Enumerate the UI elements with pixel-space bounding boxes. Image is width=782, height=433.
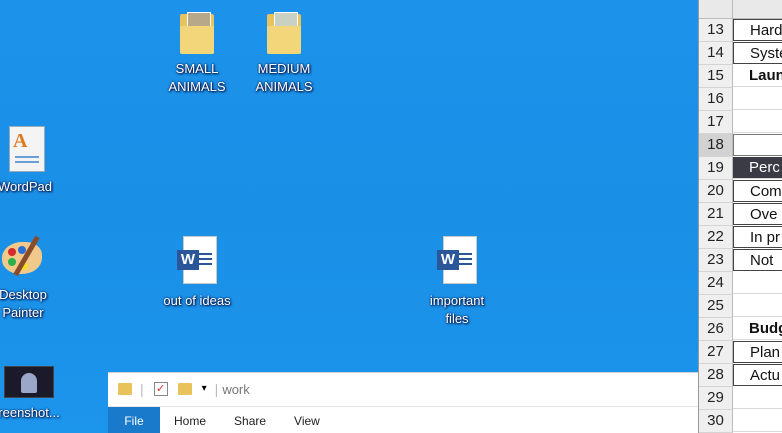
sheet-row: 30: [699, 410, 782, 433]
sheet-row: 17: [699, 111, 782, 134]
sheet-row: 13 Hard: [699, 19, 782, 42]
row-number[interactable]: 24: [699, 272, 733, 295]
desktop-icon-label: Desktop Painter: [0, 287, 47, 320]
sheet-row: 20 Com: [699, 180, 782, 203]
sheet-cell[interactable]: Com: [733, 180, 782, 202]
sheet-cell[interactable]: Actu: [733, 364, 782, 386]
sheet-row: 21 Ove: [699, 203, 782, 226]
folder-icon: [267, 12, 301, 54]
properties-icon[interactable]: ✓: [153, 382, 168, 396]
sheet-row: 14Syste: [699, 42, 782, 65]
sheet-row: 15 Laun: [699, 65, 782, 88]
chevron-down-icon[interactable]: ▾: [202, 381, 207, 397]
row-number[interactable]: 26: [699, 318, 733, 341]
sheet-cell[interactable]: Budg: [733, 318, 782, 340]
sheet-cell[interactable]: Not: [733, 249, 782, 271]
sheet-cell[interactable]: [733, 88, 782, 110]
desktop: SMALL ANIMALS MEDIUM ANIMALS A WordPad D…: [0, 0, 698, 433]
row-number[interactable]: 27: [699, 341, 733, 364]
tab-home[interactable]: Home: [160, 407, 220, 433]
tab-file[interactable]: File: [108, 407, 160, 433]
sheet-cell[interactable]: Hard: [733, 19, 782, 41]
sheet-cell[interactable]: Ove: [733, 203, 782, 225]
row-number[interactable]: 17: [699, 111, 733, 134]
row-number[interactable]: 25: [699, 295, 733, 318]
desktop-icon-small-animals[interactable]: SMALL ANIMALS: [152, 12, 242, 96]
sheet-row: 24: [699, 272, 782, 295]
row-number[interactable]: 20: [699, 180, 733, 203]
sheet-row: 27 Plan: [699, 341, 782, 364]
row-number[interactable]: 14: [699, 42, 733, 65]
word-document-icon: W: [177, 236, 217, 284]
desktop-icon-important-files[interactable]: W important files: [412, 236, 502, 328]
sheet-row: 23 Not: [699, 249, 782, 272]
desktop-icon-desktop-painter[interactable]: Desktop Painter: [0, 234, 68, 322]
sheet-cell[interactable]: [733, 410, 782, 432]
sheet-row: 19 Perc: [699, 157, 782, 180]
window-title: work: [222, 381, 250, 397]
desktop-icon-label: MEDIUM ANIMALS: [255, 61, 313, 94]
sheet-cell[interactable]: [733, 111, 782, 133]
sheet-row: 16: [699, 88, 782, 111]
select-all-corner[interactable]: [699, 0, 733, 19]
sheet-cell[interactable]: [733, 387, 782, 409]
folder-icon: [180, 12, 214, 54]
sheet-cell[interactable]: Syste: [733, 42, 782, 64]
separator: |: [214, 381, 219, 397]
desktop-icon-wordpad[interactable]: A WordPad: [0, 126, 70, 196]
folder-icon[interactable]: [118, 383, 132, 395]
sheet-cell[interactable]: In pr: [733, 226, 782, 248]
row-number[interactable]: 19: [699, 157, 733, 180]
desktop-icon-label: reenshot...: [0, 405, 60, 420]
desktop-icon-label: out of ideas: [163, 293, 231, 308]
desktop-icon-medium-animals[interactable]: MEDIUM ANIMALS: [239, 12, 329, 96]
separator: |: [140, 381, 144, 397]
sheet-row: 18: [699, 134, 782, 157]
sheet-cell[interactable]: Perc: [733, 157, 782, 179]
palette-icon: [0, 234, 46, 280]
file-explorer-window: | ✓ ▾ | work File Home Share View: [108, 372, 698, 433]
sheet-cell[interactable]: [733, 295, 782, 317]
new-folder-icon[interactable]: [177, 383, 192, 395]
desktop-icon-label: SMALL ANIMALS: [168, 61, 226, 94]
desktop-icon-label: important files: [429, 293, 485, 326]
row-number[interactable]: 30: [699, 410, 733, 433]
row-number[interactable]: 22: [699, 226, 733, 249]
row-number[interactable]: 15: [699, 65, 733, 88]
row-number[interactable]: 23: [699, 249, 733, 272]
column-header[interactable]: [733, 0, 782, 19]
sheet-row: 26Budg: [699, 318, 782, 341]
sheet-cell[interactable]: Laun: [733, 65, 782, 87]
ribbon-tabs: File Home Share View: [108, 406, 698, 433]
sheet-row: 25: [699, 295, 782, 318]
sheet-row: 28 Actu: [699, 364, 782, 387]
sheet-row: 29: [699, 387, 782, 410]
sheet-cell[interactable]: [733, 134, 782, 156]
desktop-icon-out-of-ideas[interactable]: W out of ideas: [152, 236, 242, 310]
word-document-icon: W: [437, 236, 477, 284]
row-number[interactable]: 21: [699, 203, 733, 226]
tab-share[interactable]: Share: [220, 407, 280, 433]
sheet-cell[interactable]: Plan: [733, 341, 782, 363]
desktop-icon-label: WordPad: [0, 179, 52, 194]
quick-access-toolbar: | ✓ ▾ | work: [108, 373, 698, 405]
row-number[interactable]: 18: [699, 134, 733, 157]
desktop-icon-screenshot[interactable]: reenshot...: [0, 366, 74, 422]
row-number[interactable]: 29: [699, 387, 733, 410]
spreadsheet-window: 13Hard14Syste15Laun16171819Perc20Com21Ov…: [698, 0, 782, 433]
tab-view[interactable]: View: [280, 407, 334, 433]
row-number[interactable]: 16: [699, 88, 733, 111]
video-thumbnail-icon: [4, 366, 54, 398]
row-number[interactable]: 13: [699, 19, 733, 42]
wordpad-icon: A: [5, 126, 45, 172]
sheet-cell[interactable]: [733, 272, 782, 294]
row-number[interactable]: 28: [699, 364, 733, 387]
sheet-row: 22 In pr: [699, 226, 782, 249]
